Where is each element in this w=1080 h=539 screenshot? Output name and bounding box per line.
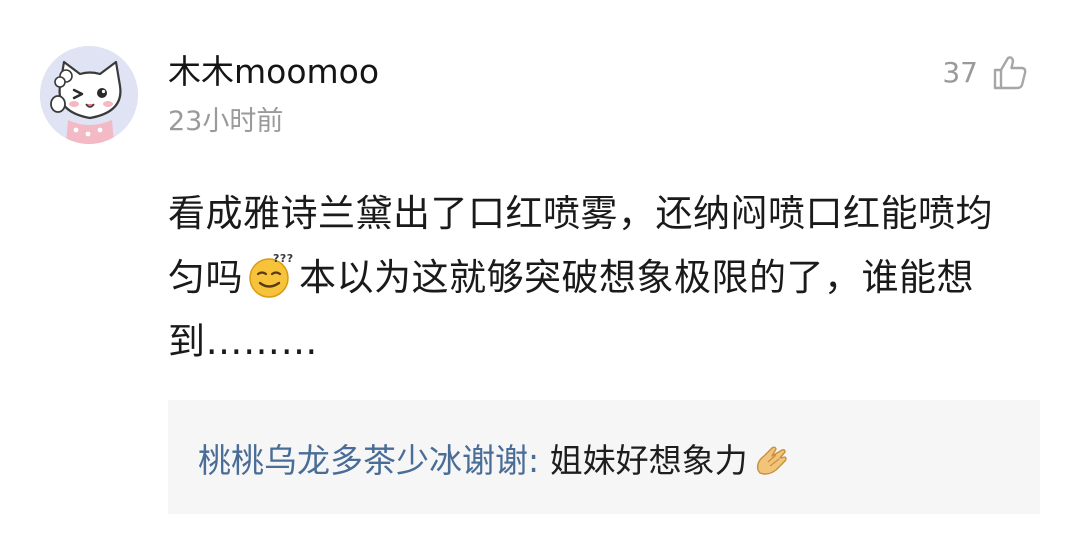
reply-separator: : <box>528 441 550 480</box>
svg-text:???: ??? <box>273 252 294 265</box>
comment-username[interactable]: 木木moomoo <box>168 52 379 92</box>
reply-box[interactable]: 桃桃乌龙多茶少冰谢谢: 姐妹好想象力 <box>168 400 1040 514</box>
comment-body: 看成雅诗兰黛出了口红喷雾，还纳闷喷口红能喷均匀吗 ??? 本以为这就够突破想象极… <box>168 182 1028 374</box>
comment-item: 木木moomoo 23小时前 37 看成雅诗兰黛出了口红喷雾，还纳闷喷口红能喷均… <box>0 0 1080 539</box>
reply-text: 姐妹好想象力 <box>549 441 748 480</box>
cartoon-cat-avatar-icon <box>40 46 138 144</box>
like-count: 37 <box>942 56 978 89</box>
reply-item: 桃桃乌龙多茶少冰谢谢: 姐妹好想象力 <box>198 438 790 484</box>
praying-hands-emoji-icon <box>756 446 787 475</box>
confused-face-emoji-icon: ??? <box>249 252 294 298</box>
comment-timestamp: 23小时前 <box>168 106 284 137</box>
like-button[interactable]: 37 <box>942 52 1030 94</box>
reply-username[interactable]: 桃桃乌龙多茶少冰谢谢 <box>198 441 528 480</box>
avatar[interactable] <box>40 46 138 144</box>
thumbs-up-icon <box>993 56 1027 90</box>
